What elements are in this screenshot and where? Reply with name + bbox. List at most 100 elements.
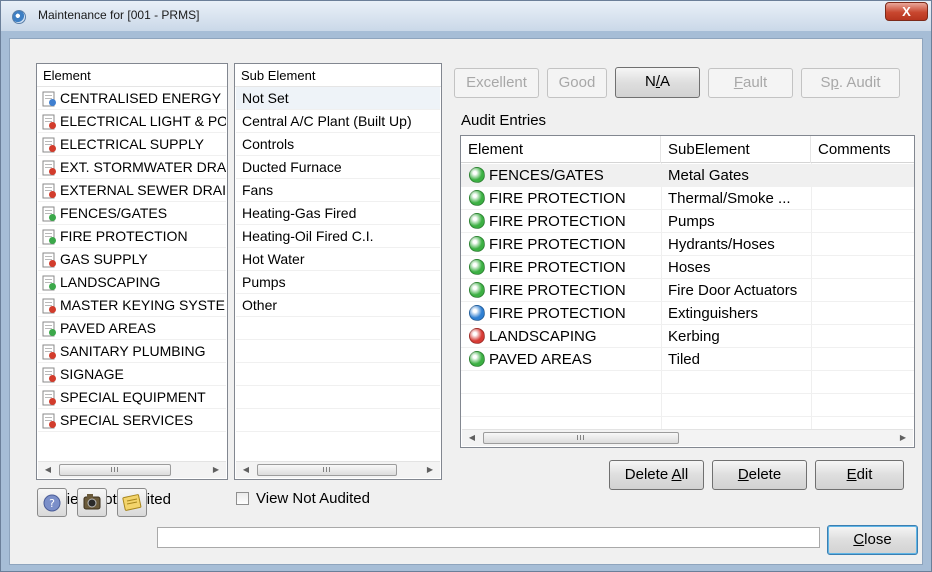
status-dot-icon bbox=[469, 305, 485, 321]
element-list-item[interactable]: PAVED AREAS bbox=[38, 317, 226, 340]
column-subelement[interactable]: SubElement bbox=[661, 136, 811, 163]
element-list-item[interactable]: LANDSCAPING bbox=[38, 271, 226, 294]
scroll-thumb[interactable]: III bbox=[257, 464, 397, 476]
element-list-item[interactable]: FIRE PROTECTION bbox=[38, 225, 226, 248]
sub-element-list-item-label: Not Set bbox=[242, 90, 289, 106]
element-list-item[interactable]: EXTERNAL SEWER DRAINAGE bbox=[38, 179, 226, 202]
element-list-item[interactable]: ELECTRICAL LIGHT & POWER bbox=[38, 110, 226, 133]
element-list-item-label: LANDSCAPING bbox=[60, 274, 161, 290]
audit-entry-comments bbox=[818, 187, 913, 210]
sub-element-list-item[interactable]: Fans bbox=[236, 179, 440, 202]
green-plus-document-icon bbox=[42, 229, 57, 245]
camera-button[interactable] bbox=[77, 488, 107, 517]
audit-entry-row[interactable]: LANDSCAPING Kerbing bbox=[461, 325, 914, 348]
sub-element-list-item[interactable]: Other bbox=[236, 294, 440, 317]
element-list-item[interactable]: SIGNAGE bbox=[38, 363, 226, 386]
audit-entry-row[interactable]: FIRE PROTECTION Extinguishers bbox=[461, 302, 914, 325]
sub-element-list-item[interactable]: Controls bbox=[236, 133, 440, 156]
audit-entry-row[interactable]: FENCES/GATES Metal Gates bbox=[461, 164, 914, 187]
audit-entry-row[interactable]: PAVED AREAS Tiled bbox=[461, 348, 914, 371]
column-element[interactable]: Element bbox=[461, 136, 661, 163]
na-button-label-1: N bbox=[644, 73, 656, 90]
scroll-right-icon[interactable]: ▶ bbox=[895, 431, 911, 445]
scroll-thumb[interactable]: III bbox=[483, 432, 679, 444]
scroll-right-icon[interactable]: ▶ bbox=[422, 463, 438, 477]
element-list-hscrollbar[interactable]: ◀ III ▶ bbox=[38, 461, 226, 478]
sub-element-list-item-label: Fans bbox=[242, 182, 274, 198]
scroll-right-icon[interactable]: ▶ bbox=[208, 463, 224, 477]
element-list-item-label: FIRE PROTECTION bbox=[60, 228, 188, 244]
audit-entry-row[interactable]: FIRE PROTECTION Fire Door Actuators bbox=[461, 279, 914, 302]
scroll-left-icon[interactable]: ◀ bbox=[238, 463, 254, 477]
element-list-item[interactable]: FENCES/GATES bbox=[38, 202, 226, 225]
audit-entry-comments bbox=[818, 256, 913, 279]
audit-entry-comments bbox=[818, 325, 913, 348]
sub-element-list-empty-row bbox=[236, 409, 440, 432]
notes-button[interactable] bbox=[117, 488, 147, 517]
element-list-item[interactable]: CENTRALISED ENERGY bbox=[38, 87, 226, 110]
close-button[interactable]: Close bbox=[827, 525, 918, 555]
sub-element-list[interactable]: Sub Element Not Set Central A/C Plant (Bu… bbox=[234, 63, 442, 480]
good-button[interactable]: Good bbox=[547, 68, 607, 98]
delete-label-2: elete bbox=[748, 466, 782, 483]
close-label-2: lose bbox=[864, 531, 892, 548]
excellent-button[interactable]: Excellent bbox=[454, 68, 539, 98]
sp-audit-button[interactable]: Sp. Audit bbox=[801, 68, 900, 98]
audit-entry-row[interactable]: FIRE PROTECTION Pumps bbox=[461, 210, 914, 233]
title-bar[interactable]: Maintenance for [001 - PRMS] X bbox=[1, 1, 931, 31]
audit-entry-element: LANDSCAPING bbox=[489, 328, 597, 345]
delete-all-button[interactable]: Delete All bbox=[609, 460, 704, 490]
element-list[interactable]: Element CENTRALISED ENERGY ELECTRICAL LIG… bbox=[36, 63, 228, 480]
audit-grid-hscrollbar[interactable]: ◀ III ▶ bbox=[462, 429, 913, 446]
edit-button[interactable]: Edit bbox=[815, 460, 904, 490]
delete-all-label-1: Delete bbox=[624, 466, 672, 483]
na-button[interactable]: N/A bbox=[615, 67, 700, 98]
audit-entry-element: FIRE PROTECTION bbox=[489, 282, 626, 299]
sub-element-list-item[interactable]: Heating-Oil Fired C.I. bbox=[236, 225, 440, 248]
sub-element-list-item[interactable]: Hot Water bbox=[236, 248, 440, 271]
column-comments[interactable]: Comments bbox=[811, 136, 914, 163]
element-list-item[interactable]: GAS SUPPLY bbox=[38, 248, 226, 271]
delete-button[interactable]: Delete bbox=[712, 460, 807, 490]
audit-entry-subelement: Tiled bbox=[668, 351, 700, 368]
sub-element-list-empty-row bbox=[236, 363, 440, 386]
sub-element-list-item[interactable]: Heating-Gas Fired bbox=[236, 202, 440, 225]
status-dot-icon bbox=[469, 282, 485, 298]
scroll-thumb[interactable]: III bbox=[59, 464, 171, 476]
edit-label-2: dit bbox=[856, 466, 873, 483]
sub-element-list-hscrollbar[interactable]: ◀ III ▶ bbox=[236, 461, 440, 478]
audit-entry-element: FIRE PROTECTION bbox=[489, 236, 626, 253]
view-not-audited-sub-elements-checkbox[interactable] bbox=[236, 492, 249, 505]
scroll-left-icon[interactable]: ◀ bbox=[40, 463, 56, 477]
audit-entry-row[interactable]: FIRE PROTECTION Hoses bbox=[461, 256, 914, 279]
sub-element-list-item[interactable]: Pumps bbox=[236, 271, 440, 294]
audit-entries-grid[interactable]: Element SubElement Comments FENCES/GATES… bbox=[460, 135, 915, 448]
audit-entry-subelement: Pumps bbox=[668, 213, 715, 230]
element-list-item[interactable]: ELECTRICAL SUPPLY bbox=[38, 133, 226, 156]
audit-entry-row[interactable]: FIRE PROTECTION Thermal/Smoke ... bbox=[461, 187, 914, 210]
audit-entry-row[interactable]: FIRE PROTECTION Hydrants/Hoses bbox=[461, 233, 914, 256]
fault-button[interactable]: Fault bbox=[708, 68, 793, 98]
sub-element-list-item[interactable]: Central A/C Plant (Built Up) bbox=[236, 110, 440, 133]
sub-element-list-item[interactable]: Not Set bbox=[236, 87, 440, 110]
scroll-left-icon[interactable]: ◀ bbox=[464, 431, 480, 445]
green-plus-document-icon bbox=[42, 275, 57, 291]
notes-icon bbox=[122, 494, 142, 511]
audit-grid-header: Element SubElement Comments bbox=[461, 136, 914, 163]
element-list-item[interactable]: MASTER KEYING SYSTEM bbox=[38, 294, 226, 317]
element-list-item[interactable]: SPECIAL SERVICES bbox=[38, 409, 226, 432]
element-list-item[interactable]: SPECIAL EQUIPMENT bbox=[38, 386, 226, 409]
fault-button-label-2: ault bbox=[742, 74, 768, 91]
window-close-button[interactable]: X bbox=[885, 2, 928, 21]
element-list-item[interactable]: SANITARY PLUMBING bbox=[38, 340, 226, 363]
sp-audit-button-label-2: p bbox=[830, 74, 839, 91]
sub-element-list-item[interactable]: Ducted Furnace bbox=[236, 156, 440, 179]
delete-all-label-3: ll bbox=[681, 466, 689, 483]
green-plus-document-icon bbox=[42, 206, 57, 222]
help-button[interactable]: ? bbox=[37, 488, 67, 517]
audit-entry-element: FENCES/GATES bbox=[489, 167, 604, 184]
sub-element-list-item-label: Hot Water bbox=[242, 251, 305, 267]
close-label-1: C bbox=[853, 531, 865, 548]
element-list-item[interactable]: EXT. STORMWATER DRAINAGE bbox=[38, 156, 226, 179]
status-dot-icon bbox=[469, 190, 485, 206]
